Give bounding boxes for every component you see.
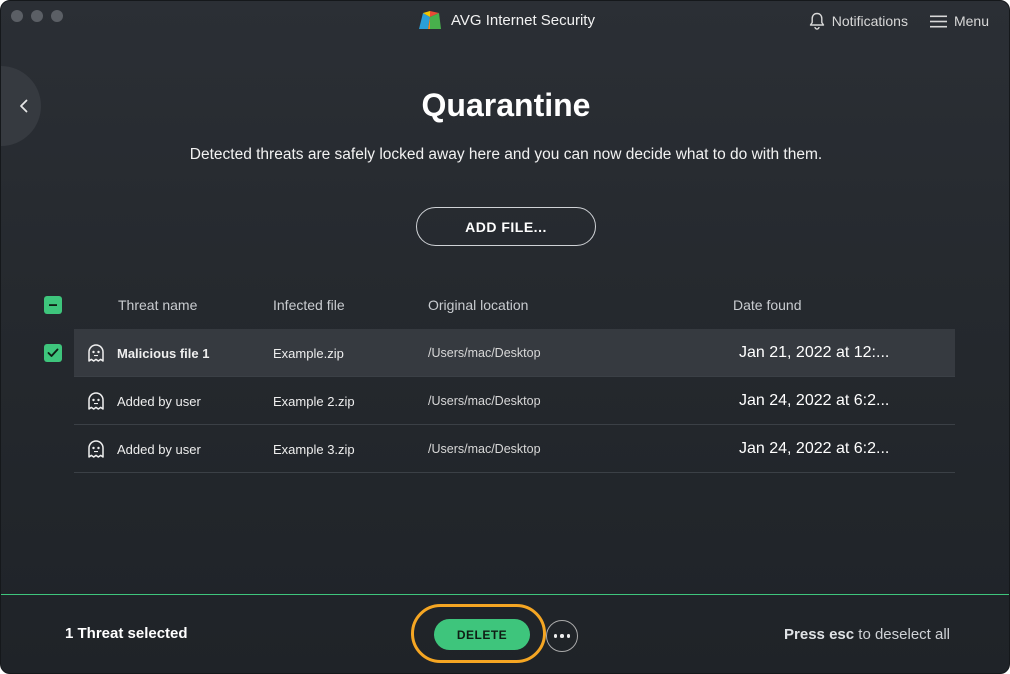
ghost-icon bbox=[88, 392, 104, 410]
minus-icon bbox=[49, 304, 57, 306]
deselect-hint: Press esc to deselect all bbox=[784, 626, 950, 643]
checkmark-icon bbox=[47, 348, 59, 357]
more-dots-icon bbox=[553, 634, 558, 638]
table-header: Threat name Infected file Original locat… bbox=[1, 294, 1009, 316]
column-threat-name[interactable]: Threat name bbox=[118, 297, 197, 313]
more-options-button[interactable] bbox=[546, 620, 578, 652]
menu-label: Menu bbox=[953, 13, 989, 29]
ghost-icon bbox=[88, 440, 104, 458]
app-title: AVG Internet Security bbox=[451, 11, 595, 29]
threat-name: Added by user bbox=[117, 393, 201, 409]
threat-name: Added by user bbox=[117, 441, 201, 457]
bell-icon bbox=[809, 12, 824, 30]
date-found: Jan 21, 2022 at 12:... bbox=[739, 344, 890, 361]
infected-file: Example 3.zip bbox=[273, 441, 355, 457]
delete-button[interactable]: DELETE bbox=[434, 619, 530, 650]
row-checkbox[interactable] bbox=[44, 344, 62, 362]
original-location: /Users/mac/Desktop bbox=[428, 346, 541, 360]
notifications-label: Notifications bbox=[831, 13, 908, 29]
add-file-button[interactable]: ADD FILE... bbox=[416, 207, 596, 246]
column-original-location[interactable]: Original location bbox=[428, 297, 528, 313]
table-row[interactable]: Added by user Example 3.zip /Users/mac/D… bbox=[74, 425, 955, 473]
more-dot bbox=[560, 634, 564, 638]
infected-file: Example.zip bbox=[273, 345, 344, 361]
footer-divider bbox=[1, 594, 1009, 595]
more-dot bbox=[566, 634, 571, 638]
select-all-checkbox[interactable] bbox=[44, 296, 62, 314]
esc-hint-text: to deselect all bbox=[854, 626, 950, 643]
hamburger-menu-icon bbox=[929, 15, 947, 27]
esc-hint-key: Press esc bbox=[784, 626, 855, 643]
ghost-icon bbox=[88, 344, 104, 362]
infected-file: Example 2.zip bbox=[273, 393, 355, 409]
date-found: Jan 24, 2022 at 6:2... bbox=[739, 440, 890, 457]
menu-button[interactable]: Menu bbox=[929, 13, 989, 29]
avg-logo bbox=[419, 11, 442, 29]
page-subtitle: Detected threats are safely locked away … bbox=[189, 146, 823, 163]
column-date-found[interactable]: Date found bbox=[733, 297, 802, 313]
table-row[interactable]: Malicious file 1 Example.zip /Users/mac/… bbox=[74, 329, 955, 377]
app-window: AVG Internet Security Notifications Menu… bbox=[0, 0, 1010, 674]
table-row[interactable]: Added by user Example 2.zip /Users/mac/D… bbox=[74, 377, 955, 425]
threat-name: Malicious file 1 bbox=[117, 345, 210, 361]
original-location: /Users/mac/Desktop bbox=[428, 394, 541, 408]
header-actions: Notifications Menu bbox=[809, 12, 989, 30]
original-location: /Users/mac/Desktop bbox=[428, 442, 541, 456]
selected-count: 1 Threat selected bbox=[65, 625, 188, 642]
date-found: Jan 24, 2022 at 6:2... bbox=[739, 392, 890, 409]
column-infected-file[interactable]: Infected file bbox=[273, 297, 345, 313]
notifications-button[interactable]: Notifications bbox=[809, 12, 908, 30]
page-title: Quarantine bbox=[421, 87, 591, 123]
